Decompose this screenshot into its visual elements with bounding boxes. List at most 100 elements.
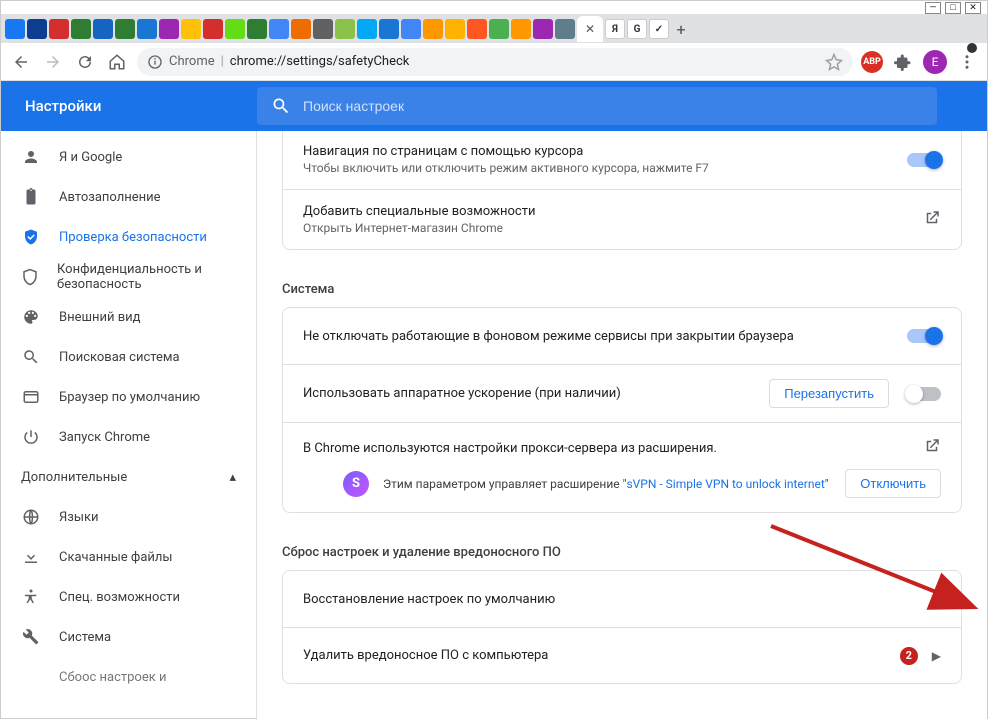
shield-check-icon bbox=[21, 227, 41, 247]
sidebar-item-accessibility[interactable]: Спец. возможности bbox=[1, 577, 256, 617]
sidebar-item-label: Скачанные файлы bbox=[59, 550, 173, 565]
row-label: Добавить специальные возможности bbox=[303, 204, 911, 219]
browser-tab[interactable] bbox=[115, 19, 135, 39]
browser-tab[interactable] bbox=[467, 19, 487, 39]
window-minimize[interactable]: — bbox=[925, 2, 941, 14]
browser-tab[interactable] bbox=[511, 19, 531, 39]
arrow-left-icon bbox=[12, 53, 30, 71]
browser-tab[interactable] bbox=[137, 19, 157, 39]
accessibility-icon bbox=[21, 587, 41, 607]
browser-tab[interactable] bbox=[423, 19, 443, 39]
browser-tab[interactable] bbox=[5, 19, 25, 39]
search-input[interactable] bbox=[303, 98, 923, 114]
extension-link[interactable]: sVPN - Simple VPN to unlock internet bbox=[626, 477, 824, 491]
sidebar-item-system[interactable]: Система bbox=[1, 617, 256, 657]
restart-button[interactable]: Перезапустить bbox=[769, 379, 889, 408]
sidebar-item-label: Проверка безопасности bbox=[59, 230, 207, 245]
browser-tab[interactable] bbox=[71, 19, 91, 39]
sidebar-item-reset[interactable]: Сбоос настроек и bbox=[1, 657, 256, 697]
reset-section-title: Сброс настроек и удаление вредоносного П… bbox=[282, 529, 962, 570]
sidebar-item-autofill[interactable]: Автозаполнение bbox=[1, 177, 256, 217]
svpn-extension-icon: S bbox=[343, 471, 369, 497]
browser-tab[interactable] bbox=[533, 19, 553, 39]
chevron-up-icon: ▴ bbox=[229, 470, 236, 485]
external-link-icon bbox=[923, 209, 941, 231]
browser-tab[interactable] bbox=[159, 19, 179, 39]
sidebar-item-default-browser[interactable]: Браузер по умолчанию bbox=[1, 377, 256, 417]
sidebar-item-privacy[interactable]: Конфиденциальность и безопасность bbox=[1, 257, 256, 297]
system-card: Не отключать работающие в фоновом режиме… bbox=[282, 307, 962, 513]
tab-strip: ✕ЯG✓+ bbox=[1, 15, 987, 43]
address-bar[interactable]: Chrome | chrome://settings/safetyCheck bbox=[137, 48, 853, 76]
person-icon bbox=[21, 147, 41, 167]
dots-vertical-icon bbox=[958, 53, 976, 71]
row-label: Восстановление настроек по умолчанию bbox=[303, 592, 920, 607]
info-icon bbox=[147, 54, 163, 70]
sidebar-item-downloads[interactable]: Скачанные файлы bbox=[1, 537, 256, 577]
row-sublabel: Чтобы включить или отключить режим актив… bbox=[303, 161, 895, 175]
active-tab[interactable]: ✕ bbox=[577, 16, 603, 42]
sidebar-item-label: Внешний вид bbox=[59, 310, 141, 325]
browser-tab[interactable]: G bbox=[627, 19, 647, 39]
reload-button[interactable] bbox=[73, 50, 97, 74]
browser-tab[interactable] bbox=[357, 19, 377, 39]
new-tab-button[interactable]: + bbox=[671, 19, 691, 39]
restore-settings-row[interactable]: Восстановление настроек по умолчанию ▶ bbox=[283, 571, 961, 627]
hwaccel-toggle[interactable] bbox=[907, 387, 941, 401]
caret-browsing-row: Навигация по страницам с помощью курсора… bbox=[283, 131, 961, 189]
accessibility-card: Навигация по страницам с помощью курсора… bbox=[282, 131, 962, 250]
star-icon[interactable] bbox=[825, 53, 843, 71]
browser-tab[interactable] bbox=[291, 19, 311, 39]
browser-tab[interactable] bbox=[401, 19, 421, 39]
sidebar-item-search-engine[interactable]: Поисковая система bbox=[1, 337, 256, 377]
sidebar-item-you-and-google[interactable]: Я и Google bbox=[1, 137, 256, 177]
row-label: Удалить вредоносное ПО с компьютера bbox=[303, 648, 888, 663]
browser-tab[interactable] bbox=[93, 19, 113, 39]
cleanup-computer-row[interactable]: Удалить вредоносное ПО с компьютера 2 ▶ bbox=[283, 627, 961, 683]
browser-tab[interactable] bbox=[225, 19, 245, 39]
sidebar-item-label: Конфиденциальность и безопасность bbox=[57, 262, 236, 292]
background-toggle[interactable] bbox=[907, 329, 941, 343]
home-button[interactable] bbox=[105, 50, 129, 74]
browser-tab[interactable]: ✓ bbox=[649, 19, 669, 39]
forward-button bbox=[41, 50, 65, 74]
browser-tab[interactable] bbox=[27, 19, 47, 39]
search-icon bbox=[271, 96, 291, 116]
menu-button[interactable] bbox=[955, 50, 979, 74]
window-titlebar: — □ ✕ bbox=[1, 1, 987, 15]
sidebar-item-safety-check[interactable]: Проверка безопасности bbox=[1, 217, 256, 257]
add-accessibility-row[interactable]: Добавить специальные возможности Открыть… bbox=[283, 189, 961, 249]
browser-tab[interactable] bbox=[203, 19, 223, 39]
caret-toggle[interactable] bbox=[907, 153, 941, 167]
browser-tab[interactable] bbox=[555, 19, 575, 39]
browser-tab[interactable] bbox=[489, 19, 509, 39]
sidebar-advanced-toggle[interactable]: Дополнительные ▴ bbox=[1, 457, 256, 497]
browser-tab[interactable] bbox=[379, 19, 399, 39]
reset-card: Восстановление настроек по умолчанию ▶ У… bbox=[282, 570, 962, 684]
abp-extension-icon[interactable]: ABP bbox=[861, 51, 883, 73]
profile-avatar[interactable]: E bbox=[923, 50, 947, 74]
arrow-right-icon bbox=[44, 53, 62, 71]
browser-tab[interactable]: Я bbox=[605, 19, 625, 39]
settings-search[interactable] bbox=[257, 87, 937, 125]
browser-tab[interactable] bbox=[181, 19, 201, 39]
window-maximize[interactable]: □ bbox=[945, 2, 961, 14]
globe-icon bbox=[21, 507, 41, 527]
browser-tab[interactable] bbox=[247, 19, 267, 39]
hardware-accel-row: Использовать аппаратное ускорение (при н… bbox=[283, 364, 961, 422]
restore-icon bbox=[21, 667, 41, 687]
sidebar-item-label: Автозаполнение bbox=[59, 190, 161, 205]
browser-tab[interactable] bbox=[445, 19, 465, 39]
back-button[interactable] bbox=[9, 50, 33, 74]
browser-tab[interactable] bbox=[335, 19, 355, 39]
browser-tab[interactable] bbox=[269, 19, 289, 39]
annotation-badge-2: 2 bbox=[900, 647, 918, 665]
disable-extension-button[interactable]: Отключить bbox=[845, 469, 941, 498]
sidebar-item-on-startup[interactable]: Запуск Chrome bbox=[1, 417, 256, 457]
browser-tab[interactable] bbox=[313, 19, 333, 39]
sidebar-item-appearance[interactable]: Внешний вид bbox=[1, 297, 256, 337]
browser-tab[interactable] bbox=[49, 19, 69, 39]
sidebar-item-languages[interactable]: Языки bbox=[1, 497, 256, 537]
extensions-button[interactable] bbox=[891, 50, 915, 74]
window-close[interactable]: ✕ bbox=[965, 2, 981, 14]
